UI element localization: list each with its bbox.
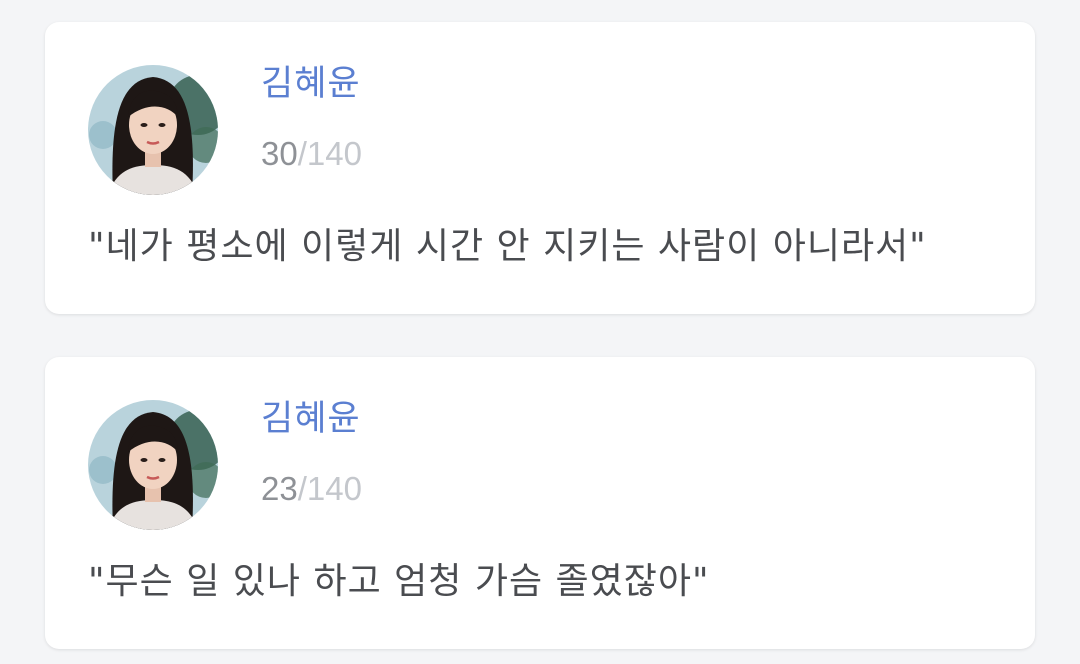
quote-text: "네가 평소에 이렇게 시간 안 지키는 사람이 아니라서" xyxy=(88,226,927,267)
profile-photo-icon xyxy=(88,65,218,195)
quote-card[interactable]: 김혜윤 23/140 "무슨 일 있나 하고 엄청 가슴 졸였잖아" xyxy=(45,357,1035,649)
avatar[interactable] xyxy=(88,65,218,195)
quote-card[interactable]: 김혜윤 30/140 "네가 평소에 이렇게 시간 안 지키는 사람이 아니라서… xyxy=(45,22,1035,314)
character-limit: /140 xyxy=(297,470,362,507)
character-limit: /140 xyxy=(297,135,362,172)
character-counter: 23/140 xyxy=(261,467,362,511)
quote-text: "무슨 일 있나 하고 엄청 가슴 졸였잖아" xyxy=(88,561,710,602)
avatar[interactable] xyxy=(88,400,218,530)
author-name[interactable]: 김혜윤 xyxy=(261,62,361,106)
character-count: 30 xyxy=(261,135,298,172)
profile-photo-icon xyxy=(88,400,218,530)
character-count: 23 xyxy=(261,470,298,507)
character-counter: 30/140 xyxy=(261,132,362,176)
author-name[interactable]: 김혜윤 xyxy=(261,397,361,441)
